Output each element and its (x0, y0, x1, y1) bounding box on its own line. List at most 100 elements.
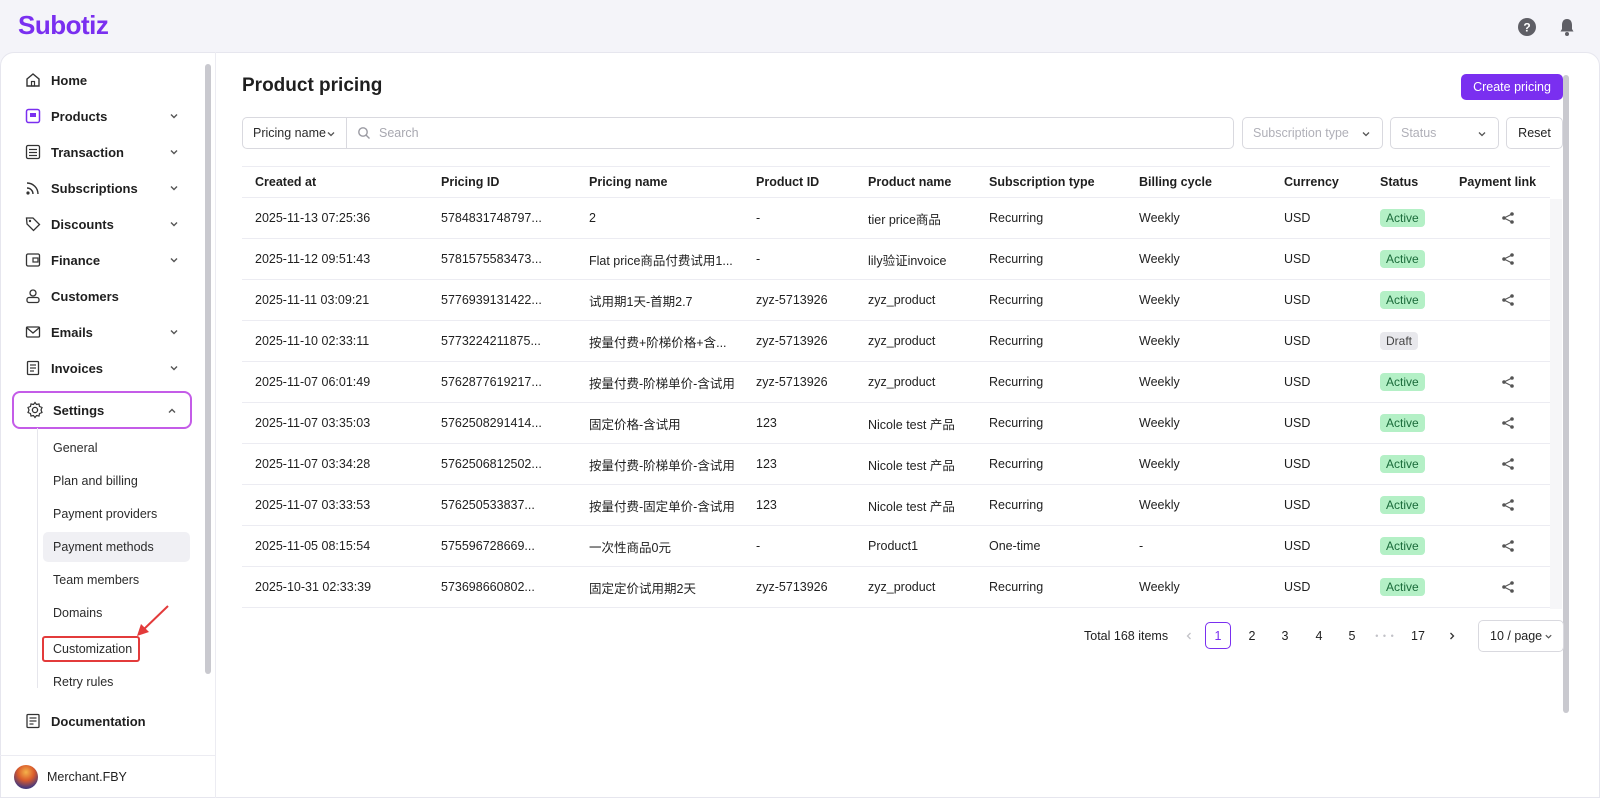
table-row[interactable]: 2025-11-13 07:25:36 5784831748797... 2 - tie… (242, 198, 1550, 239)
payment-link-cell (1459, 239, 1559, 279)
sidebar-item-invoices[interactable]: Invoices (12, 350, 192, 386)
table-cell: Weekly (1139, 457, 1180, 471)
sidebar-item-finance[interactable]: Finance (12, 242, 192, 278)
table-cell: - (756, 211, 761, 225)
share-icon[interactable] (1501, 211, 1515, 225)
sidebar-item-label: Discounts (51, 216, 114, 232)
page-button-2[interactable]: 2 (1239, 622, 1265, 649)
column-header[interactable]: Payment link (1459, 167, 1559, 197)
table-cell: zyz_product (868, 334, 936, 348)
sidebar-item-settings[interactable]: Settings (12, 391, 192, 429)
table-cell: Product1 (868, 539, 919, 553)
share-icon[interactable] (1501, 539, 1515, 553)
column-header[interactable]: Pricing ID (441, 167, 581, 197)
table-cell: 2025-11-07 03:34:28 (255, 457, 371, 471)
payment-link-cell (1459, 280, 1559, 320)
table-cell: Recurring (989, 498, 1044, 512)
sidebar-sub-payment-methods[interactable]: Payment methods (43, 532, 190, 562)
share-icon[interactable] (1501, 498, 1515, 512)
column-header[interactable]: Subscription type (989, 167, 1129, 197)
table-cell: USD (1284, 252, 1311, 266)
column-header[interactable]: Product ID (756, 167, 861, 197)
page-ellipsis[interactable]: • • • (1372, 622, 1398, 649)
prev-page-button[interactable] (1176, 622, 1202, 649)
column-header[interactable]: Product name (868, 167, 986, 197)
status-select[interactable]: Status (1390, 117, 1499, 149)
reset-button[interactable]: Reset (1506, 117, 1563, 149)
page-button-3[interactable]: 3 (1272, 622, 1298, 649)
table-row[interactable]: 2025-10-31 02:33:39 573698660802... 固定定价试用… (242, 567, 1550, 608)
search-field-select[interactable]: Pricing name (242, 117, 346, 149)
bell-icon[interactable] (1557, 17, 1577, 37)
user-profile[interactable]: Merchant.FBY (14, 765, 127, 789)
table-cell: 5784831748797... (441, 211, 542, 225)
table-cell: Nicole test 产品 (868, 417, 955, 432)
sidebar-item-discounts[interactable]: Discounts (12, 206, 192, 242)
table-row[interactable]: 2025-11-05 08:15:54 575596728669... 一次性商品0… (242, 526, 1550, 567)
table-row[interactable]: 2025-11-10 02:33:11 5773224211875... 按量付费+… (242, 321, 1550, 362)
table-row[interactable]: 2025-11-07 03:34:28 5762506812502... 按量付费-… (242, 444, 1550, 485)
top-bar: Subotiz ? (0, 0, 1600, 52)
column-header[interactable]: Billing cycle (1139, 167, 1279, 197)
page-scrollbar[interactable] (1563, 75, 1569, 713)
status-badge: Active (1380, 209, 1425, 227)
sidebar-item-transaction[interactable]: Transaction (12, 134, 192, 170)
table-row[interactable]: 2025-11-12 09:51:43 5781575583473... Flat … (242, 239, 1550, 280)
column-header[interactable]: Currency (1284, 167, 1374, 197)
table-cell: 一次性商品0元 (589, 540, 671, 555)
column-header[interactable]: Created at (255, 167, 435, 197)
table-row[interactable]: 2025-11-07 03:35:03 5762508291414... 固定价格-… (242, 403, 1550, 444)
create-pricing-button[interactable]: Create pricing (1461, 74, 1563, 100)
page-size-select[interactable]: 10 / page (1478, 620, 1564, 652)
page-button-last[interactable]: 17 (1405, 622, 1431, 649)
table-cell: USD (1284, 416, 1311, 430)
share-icon[interactable] (1501, 252, 1515, 266)
sidebar-sub-general[interactable]: General (43, 433, 190, 463)
table-cell: zyz-5713926 (756, 580, 828, 594)
rss-icon (24, 179, 42, 197)
sidebar-sub-plan-billing[interactable]: Plan and billing (43, 466, 190, 496)
search-input[interactable]: Search (346, 117, 1234, 149)
share-icon[interactable] (1501, 457, 1515, 471)
next-page-button[interactable] (1439, 622, 1465, 649)
subscription-type-select[interactable]: Subscription type (1242, 117, 1383, 149)
sidebar-scrollbar[interactable] (205, 64, 211, 674)
sidebar-sub-retry-rules[interactable]: Retry rules (43, 667, 190, 697)
table-row[interactable]: 2025-11-07 03:33:53 576250533837... 按量付费-固… (242, 485, 1550, 526)
status-cell: Active (1380, 239, 1460, 279)
share-icon[interactable] (1501, 580, 1515, 594)
column-header[interactable]: Pricing name (589, 167, 749, 197)
pricing-table: Created at Pricing ID Pricing name Produ… (242, 166, 1550, 608)
table-cell: - (756, 252, 761, 266)
table-cell: Recurring (989, 580, 1044, 594)
table-cell: lily验证invoice (868, 253, 947, 268)
table-cell: 576250533837... (441, 498, 535, 512)
payment-link-cell (1459, 321, 1559, 361)
table-cell: 2025-11-07 03:35:03 (255, 416, 371, 430)
table-row[interactable]: 2025-11-11 03:09:21 5776939131422... 试用期1天… (242, 280, 1550, 321)
table-cell: zyz_product (868, 580, 936, 594)
share-icon[interactable] (1501, 293, 1515, 307)
sidebar-item-home[interactable]: Home (12, 62, 192, 98)
sidebar-item-customers[interactable]: Customers (12, 278, 192, 314)
table-row[interactable]: 2025-11-07 06:01:49 5762877619217... 按量付费-… (242, 362, 1550, 403)
share-icon[interactable] (1501, 375, 1515, 389)
sidebar-item-documentation[interactable]: Documentation (12, 703, 192, 739)
sidebar-sub-team-members[interactable]: Team members (43, 565, 190, 595)
column-header[interactable]: Status (1380, 167, 1460, 197)
sidebar-item-label: Invoices (51, 360, 104, 376)
mail-icon (24, 323, 42, 341)
table-cell: 2025-11-13 07:25:36 (255, 211, 371, 225)
sidebar-sub-payment-providers[interactable]: Payment providers (43, 499, 190, 529)
chevron-down-icon (170, 366, 178, 371)
page-button-1[interactable]: 1 (1205, 622, 1231, 649)
sidebar-item-emails[interactable]: Emails (12, 314, 192, 350)
page-button-5[interactable]: 5 (1339, 622, 1365, 649)
share-icon[interactable] (1501, 416, 1515, 430)
help-icon[interactable]: ? (1517, 17, 1537, 37)
app-logo[interactable]: Subotiz (18, 10, 109, 41)
table-cell: 575596728669... (441, 539, 535, 553)
sidebar-item-products[interactable]: Products (12, 98, 192, 134)
sidebar-item-subscriptions[interactable]: Subscriptions (12, 170, 192, 206)
page-button-4[interactable]: 4 (1306, 622, 1332, 649)
